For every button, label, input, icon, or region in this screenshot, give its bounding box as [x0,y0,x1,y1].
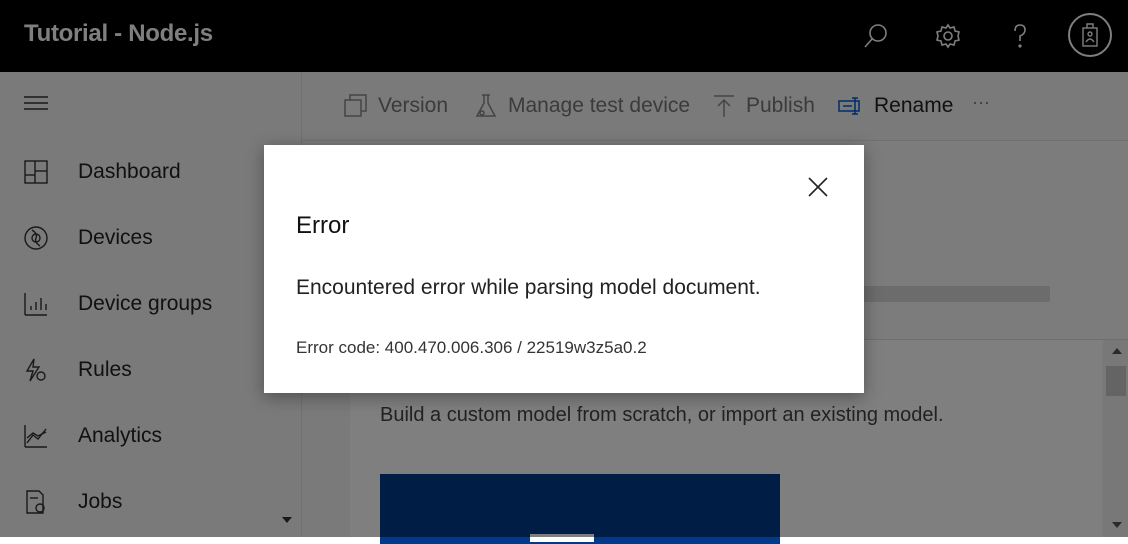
error-code: Error code: 400.470.006.306 / 22519w3z5a… [296,338,647,357]
close-icon[interactable] [806,175,830,199]
dialog-message: Encountered error while parsing model do… [296,276,761,299]
dialog-title: Error [296,212,350,239]
error-dialog: Error Encountered error while parsing mo… [264,145,864,393]
